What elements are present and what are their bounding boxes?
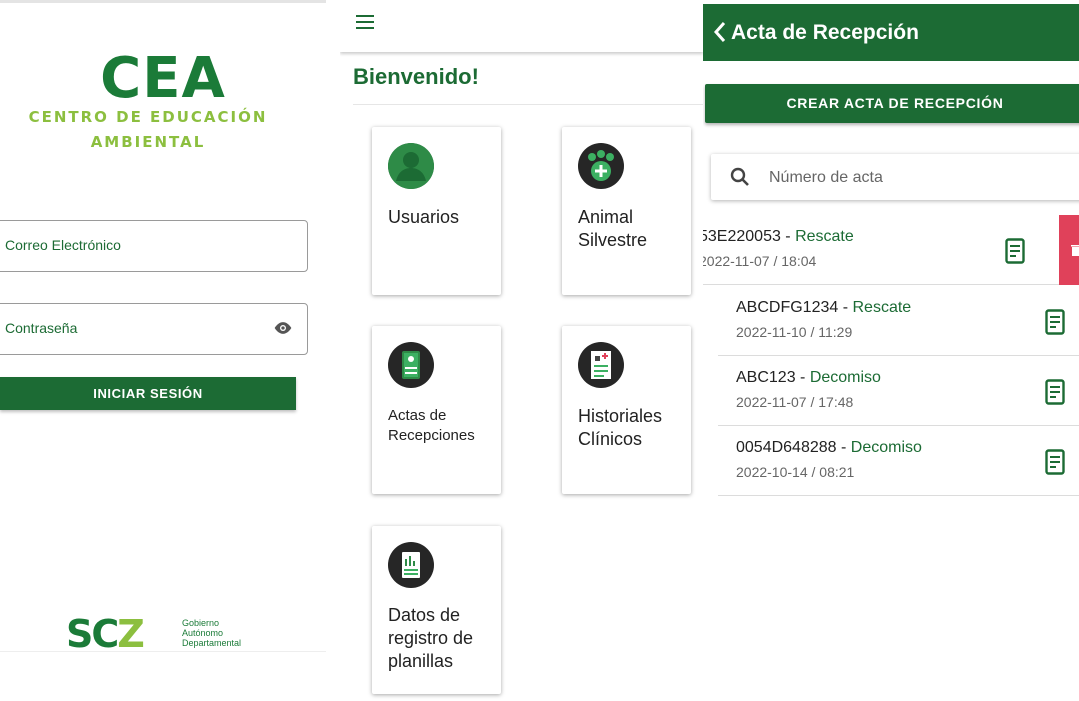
- email-field[interactable]: Correo Electrónico: [0, 220, 308, 272]
- paw-plus-icon: [578, 143, 624, 189]
- menu-icon[interactable]: [356, 15, 374, 29]
- users-icon: [388, 143, 434, 189]
- trash-icon: [1071, 245, 1079, 256]
- delete-swipe-action[interactable]: [1059, 215, 1079, 285]
- gobierno-text: Gobierno Autónomo Departamental: [182, 618, 242, 648]
- list-item[interactable]: 53E220053 - Rescate 2022-11-07 / 18:04: [703, 215, 1075, 285]
- logo-subtitle-line2: AMBIENTAL: [90, 133, 206, 151]
- list-item[interactable]: ABCDFG1234 - Rescate 2022-11-10 / 11:29: [718, 286, 1079, 356]
- card-label: Actas de Recepciones: [388, 407, 475, 444]
- login-button[interactable]: INICIAR SESIÓN: [0, 377, 296, 410]
- login-screen: CEA CENTRO DE EDUCACIÓN AMBIENTAL Correo…: [0, 0, 326, 701]
- app-bar: [340, 0, 703, 52]
- divider: [353, 104, 703, 105]
- item-title: 0054D648288 - Decomiso: [736, 439, 922, 456]
- password-label: Contraseña: [5, 320, 78, 336]
- top-divider: [0, 0, 326, 3]
- back-arrow-icon[interactable]: [713, 21, 727, 43]
- screen-title: Acta de Recepción: [731, 21, 919, 44]
- app-bar: Acta de Recepción: [703, 4, 1079, 61]
- item-datetime: 2022-10-14 / 08:21: [736, 464, 855, 480]
- search-icon: [730, 167, 749, 186]
- list-item[interactable]: 0054D648288 - Decomiso 2022-10-14 / 08:2…: [718, 426, 1079, 496]
- card-actas-recepciones[interactable]: Actas de Recepciones: [372, 326, 501, 494]
- item-datetime: 2022-11-10 / 11:29: [736, 324, 853, 340]
- search-input[interactable]: Número de acta: [769, 169, 883, 187]
- card-label: Animal Silvestre: [578, 207, 648, 250]
- card-label: Historiales Clínicos: [578, 406, 663, 449]
- welcome-title: Bienvenido!: [353, 64, 479, 89]
- document-icon[interactable]: [1045, 309, 1065, 335]
- scz-letters: SCZ: [66, 612, 145, 652]
- logo-subtitle-line1: CENTRO DE EDUCACIÓN: [28, 108, 268, 126]
- list-item[interactable]: ABC123 - Decomiso 2022-11-07 / 17:48: [718, 356, 1079, 426]
- password-field[interactable]: Contraseña: [0, 303, 308, 355]
- item-datetime: 2022-11-07 / 17:48: [736, 394, 854, 410]
- create-acta-button[interactable]: CREAR ACTA DE RECEPCIÓN: [705, 84, 1079, 123]
- report-chart-icon: [388, 542, 434, 588]
- search-bar[interactable]: Número de acta: [711, 154, 1079, 200]
- eye-icon[interactable]: [273, 321, 293, 335]
- cea-logo: CEA: [100, 46, 226, 111]
- item-datetime: 2022-11-07 / 18:04: [703, 253, 817, 269]
- card-label: Usuarios: [388, 207, 460, 227]
- bottom-area: [0, 651, 326, 701]
- card-datos-registro[interactable]: Datos de registro de planillas: [372, 526, 501, 694]
- card-animal-silvestre[interactable]: Animal Silvestre: [562, 127, 691, 295]
- acta-screen: Acta de Recepción CREAR ACTA DE RECEPCIÓ…: [703, 0, 1079, 701]
- card-label: Datos de registro de planillas: [388, 605, 474, 671]
- item-title: ABCDFG1234 - Rescate: [736, 299, 912, 316]
- card-usuarios[interactable]: Usuarios: [372, 127, 501, 295]
- document-icon[interactable]: [1045, 449, 1065, 475]
- document-icon[interactable]: [1045, 379, 1065, 405]
- book-icon: [388, 342, 434, 388]
- gobierno-logo: SCZ Gobierno Autónomo Departamental: [66, 612, 266, 652]
- card-historiales-clinicos[interactable]: Historiales Clínicos: [562, 326, 691, 494]
- email-label: Correo Electrónico: [5, 237, 121, 253]
- home-screen: Bienvenido! Usuarios Animal Silvestre Ac…: [340, 0, 703, 701]
- item-title: 53E220053 - Rescate: [703, 228, 854, 245]
- medical-record-icon: [578, 342, 624, 388]
- item-title: ABC123 - Decomiso: [736, 369, 881, 386]
- document-icon[interactable]: [1005, 238, 1025, 264]
